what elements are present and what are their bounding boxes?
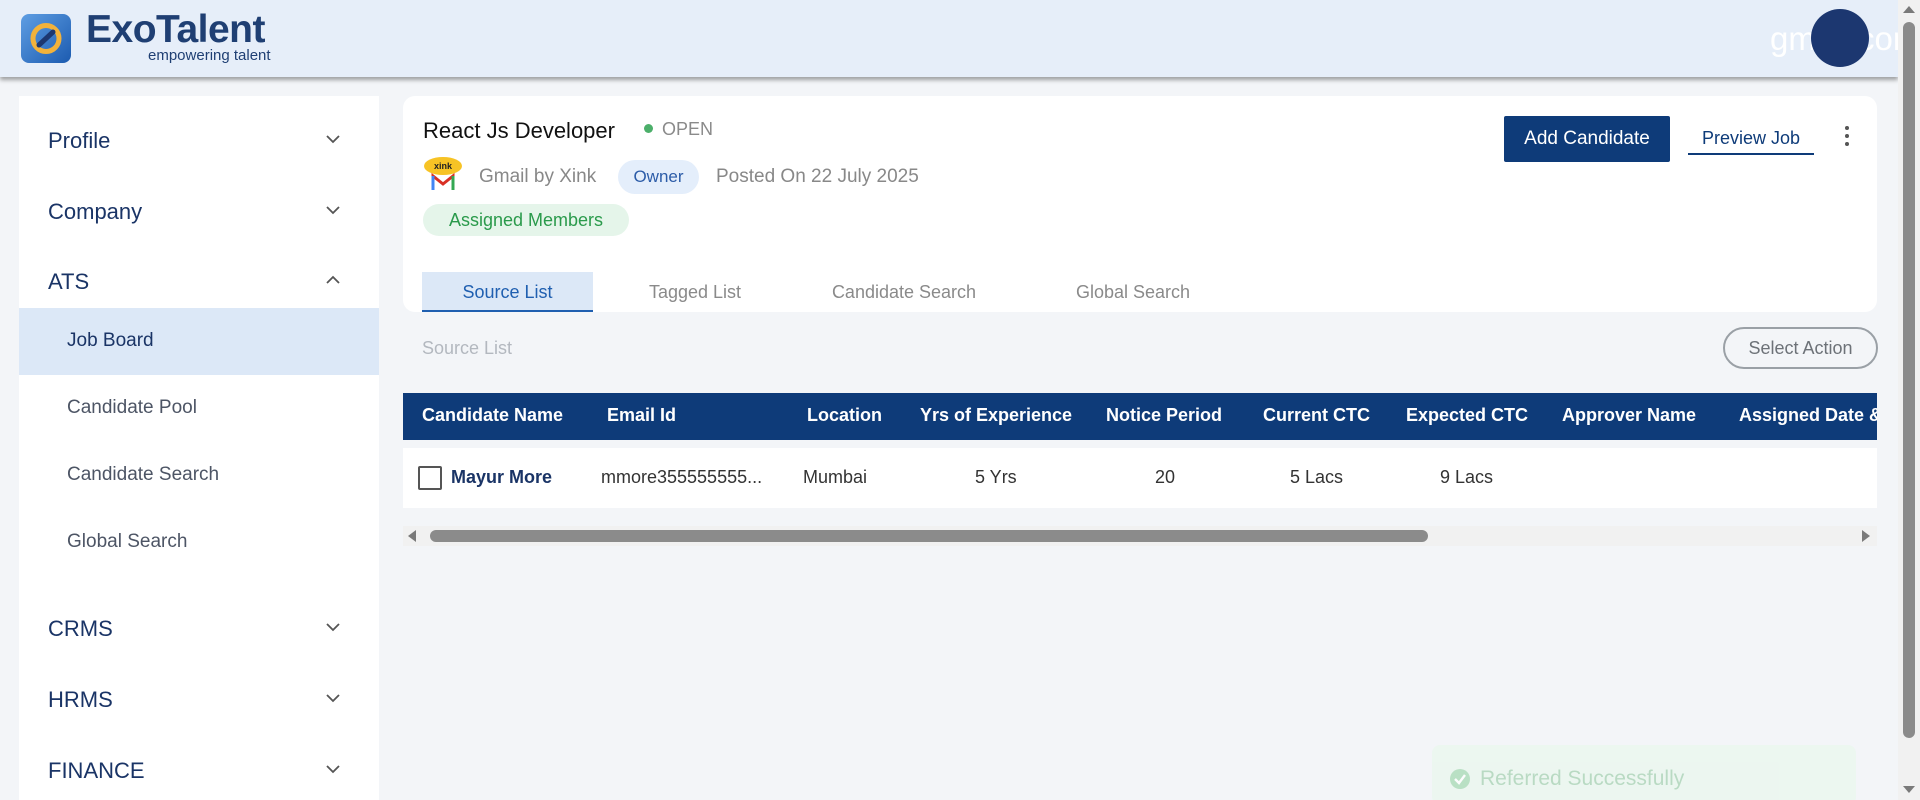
company-name[interactable]: Gmail by Xink <box>479 166 596 188</box>
success-toast: Referred Successfully <box>1432 745 1856 800</box>
toast-message: Referred Successfully <box>1480 767 1685 790</box>
add-candidate-button[interactable]: Add Candidate <box>1504 116 1670 162</box>
sidebar-item-label: Global Search <box>67 531 188 552</box>
sidebar-item-global-search[interactable]: Global Search <box>19 509 379 576</box>
column-header[interactable]: Notice Period <box>1106 405 1222 426</box>
candidate-experience: 5 Yrs <box>975 467 1017 487</box>
page-scrollbar[interactable] <box>1898 0 1920 800</box>
chevron-down-icon <box>326 765 340 774</box>
chevron-down-icon <box>326 135 340 144</box>
sidebar-item-label: Job Board <box>67 330 154 351</box>
candidate-current-ctc: 5 Lacs <box>1290 467 1344 487</box>
sidebar-group-label: ATS <box>48 269 90 294</box>
job-title: React Js Developer <box>423 118 615 143</box>
owner-badge: Owner <box>618 160 699 194</box>
chevron-down-icon <box>326 623 340 632</box>
brand-name: ExoTalent <box>86 8 265 51</box>
tab-tagged-list[interactable]: Tagged List <box>615 272 775 312</box>
sidebar-group-hrms[interactable]: HRMS <box>19 670 379 730</box>
page-scrollbar-thumb[interactable] <box>1903 22 1915 738</box>
exotalent-logo-icon[interactable] <box>21 14 71 63</box>
section-title: Source List <box>422 338 513 358</box>
sidebar-group-profile[interactable]: Profile <box>19 111 379 171</box>
chevron-up-icon <box>326 275 340 284</box>
scroll-left-arrow-icon[interactable] <box>408 530 416 542</box>
column-header[interactable]: Email Id <box>607 405 676 426</box>
candidate-expected-ctc: 9 Lacs <box>1440 467 1494 487</box>
column-header[interactable]: Location <box>807 405 882 426</box>
sidebar-group-company[interactable]: Company <box>19 182 379 242</box>
row-checkbox[interactable] <box>418 466 442 490</box>
sidebar-group-label: FINANCE <box>48 758 145 783</box>
company-logo-icon: xink <box>423 156 463 192</box>
sidebar-group-label: Company <box>48 199 143 224</box>
status-dot-icon <box>644 124 653 133</box>
candidate-name-link[interactable]: Mayur More <box>451 467 552 488</box>
job-details-card: React Js Developer OPEN xink Gmail by Xi… <box>403 96 1877 312</box>
posted-on-date: Posted On 22 July 2025 <box>716 166 919 187</box>
company-logo-text: xink <box>434 161 453 171</box>
table-horizontal-scrollbar[interactable] <box>403 526 1877 546</box>
column-header[interactable]: Yrs of Experience <box>920 405 1072 426</box>
sidebar: Profile Company ATS Job Board Candidate … <box>19 96 379 800</box>
column-header[interactable]: Candidate Name <box>422 405 563 426</box>
tab-source-list[interactable]: Source List <box>422 272 593 312</box>
candidates-table: Candidate Name Email Id Location Yrs of … <box>403 393 1877 549</box>
app-header: ExoTalent empowering talent gmail.com <box>0 0 1920 77</box>
candidate-email: mmore355555555... <box>601 467 763 487</box>
brand-tagline: empowering talent <box>148 47 271 64</box>
scroll-right-arrow-icon[interactable] <box>1862 530 1870 542</box>
scroll-down-arrow-icon[interactable] <box>1903 786 1915 793</box>
sidebar-group-label: CRMS <box>48 616 113 641</box>
assigned-members-button[interactable]: Assigned Members <box>423 204 629 236</box>
tab-candidate-search[interactable]: Candidate Search <box>799 272 1009 312</box>
sidebar-item-job-board[interactable]: Job Board <box>19 308 379 375</box>
scroll-up-arrow-icon[interactable] <box>1903 6 1915 13</box>
select-action-button[interactable]: Select Action <box>1723 327 1878 369</box>
chevron-down-icon <box>326 694 340 703</box>
sidebar-group-label: HRMS <box>48 687 113 712</box>
table-row[interactable]: Mayur More mmore355555555... Mumbai 5 Yr… <box>403 448 1877 508</box>
tab-global-search[interactable]: Global Search <box>1043 272 1223 312</box>
column-header[interactable]: Current CTC <box>1263 405 1370 426</box>
sidebar-item-label: Candidate Pool <box>67 397 197 418</box>
column-header[interactable]: Expected CTC <box>1406 405 1528 426</box>
avatar[interactable] <box>1811 9 1869 67</box>
candidate-location: Mumbai <box>803 467 868 487</box>
sidebar-item-label: Candidate Search <box>67 464 220 485</box>
job-status: OPEN <box>662 119 714 139</box>
sidebar-group-finance[interactable]: FINANCE <box>19 741 379 800</box>
kebab-menu-icon[interactable] <box>1839 124 1855 148</box>
column-header[interactable]: Assigned Date & <box>1739 405 1877 426</box>
preview-job-button[interactable]: Preview Job <box>1688 124 1814 155</box>
sidebar-group-label: Profile <box>48 128 111 153</box>
candidate-notice-period: 20 <box>1155 467 1176 487</box>
sidebar-item-candidate-search[interactable]: Candidate Search <box>19 442 379 509</box>
table-header: Candidate Name Email Id Location Yrs of … <box>403 393 1877 440</box>
sidebar-group-crms[interactable]: CRMS <box>19 599 379 659</box>
sidebar-group-ats[interactable]: ATS <box>19 252 379 312</box>
table-scrollbar-thumb[interactable] <box>430 530 1428 542</box>
chevron-down-icon <box>326 206 340 215</box>
check-circle-icon <box>1450 769 1470 789</box>
column-header[interactable]: Approver Name <box>1562 405 1696 426</box>
sidebar-item-candidate-pool[interactable]: Candidate Pool <box>19 375 379 442</box>
